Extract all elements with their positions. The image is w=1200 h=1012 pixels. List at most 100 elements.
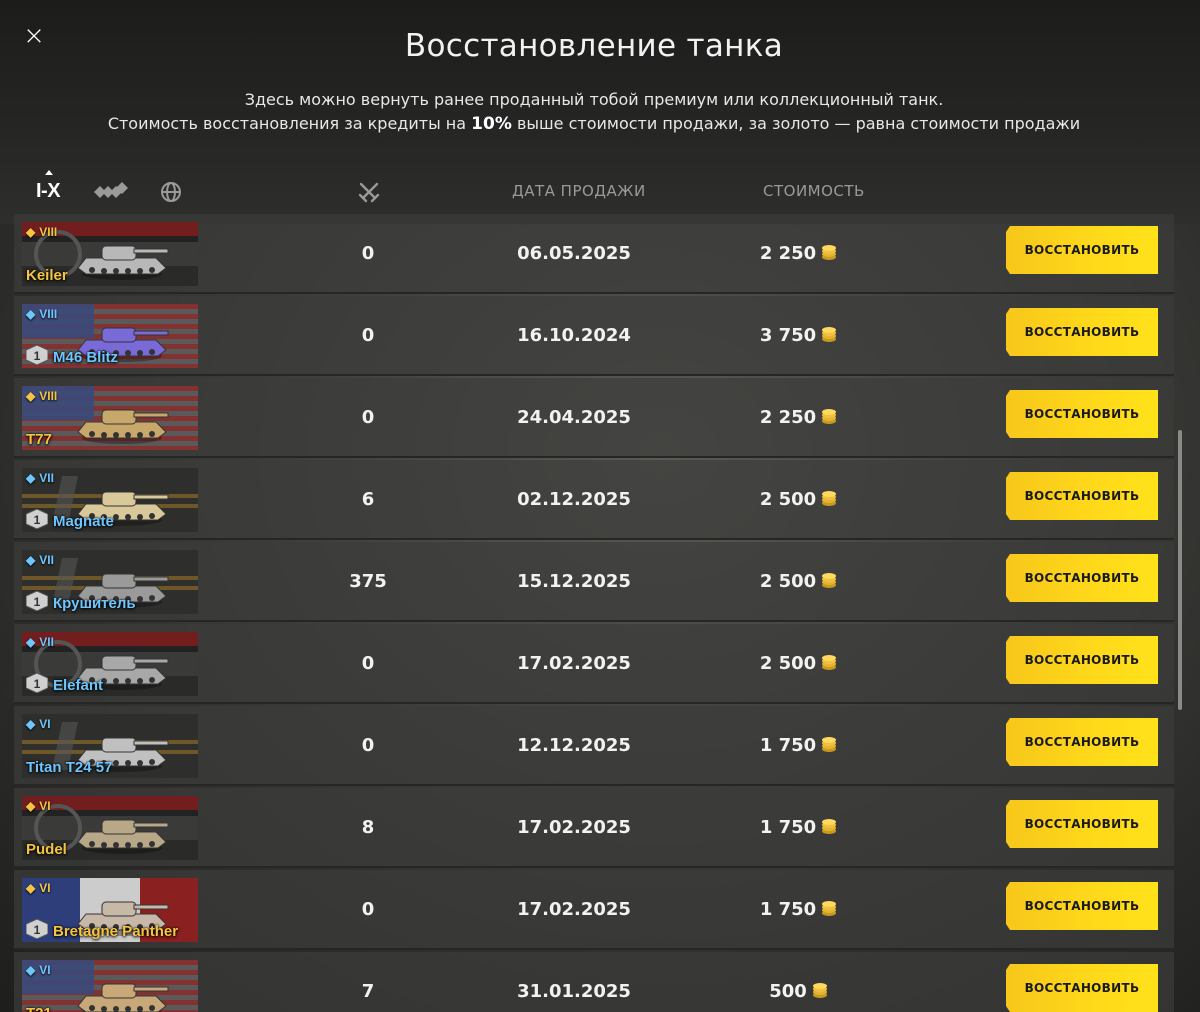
subtitle-line-1: Здесь можно вернуть ранее проданный тобо… bbox=[244, 90, 944, 109]
gold-coin-icon bbox=[822, 901, 837, 916]
vehicle-type-icon[interactable] bbox=[94, 182, 128, 202]
restore-button[interactable]: ВОССТАНОВИТЬ bbox=[1006, 390, 1158, 438]
battles-count: 0 bbox=[361, 653, 375, 674]
restore-cost-value: 1 750 bbox=[759, 817, 817, 838]
page-title: Восстановление танка bbox=[404, 28, 784, 64]
dialog-header: × Восстановление танка Здесь можно верну… bbox=[0, 0, 1200, 224]
restore-button[interactable]: ВОССТАНОВИТЬ bbox=[1006, 226, 1158, 274]
caret-up-icon bbox=[45, 170, 53, 175]
restore-cost: 1 750 bbox=[724, 870, 874, 950]
tank-thumbnail[interactable]: ◆ VIII 1 M46 Blitz bbox=[22, 304, 198, 368]
restore-button[interactable]: ВОССТАНОВИТЬ bbox=[1006, 636, 1158, 684]
tank-name: M46 Blitz bbox=[53, 349, 119, 366]
tank-thumbnail[interactable]: ◆ VI Titan T24 57 bbox=[22, 714, 198, 778]
battles-count: 8 bbox=[361, 817, 375, 838]
restore-button[interactable]: ВОССТАНОВИТЬ bbox=[1006, 800, 1158, 848]
tank-thumbnail[interactable]: ◆ VII 1 Magnate bbox=[22, 468, 198, 532]
gold-coin-icon bbox=[822, 491, 837, 506]
tier-label: ◆ VI bbox=[26, 799, 51, 813]
vehicle-class-icon: ◆ bbox=[26, 553, 36, 567]
sale-date: 24.04.2025 bbox=[517, 407, 631, 428]
tier-filter-label: I-X bbox=[36, 180, 61, 202]
restore-button[interactable]: ВОССТАНОВИТЬ bbox=[1006, 554, 1158, 602]
sale-date: 17.02.2025 bbox=[517, 817, 631, 838]
vehicle-class-icon: ◆ bbox=[26, 635, 36, 649]
mastery-badge-icon: 1 bbox=[26, 591, 48, 611]
tank-thumbnail[interactable]: ◆ VIII Keiler bbox=[22, 222, 198, 286]
tier-filter[interactable]: I-X bbox=[34, 170, 64, 212]
mastery-badge-icon: 1 bbox=[26, 345, 48, 365]
restore-button[interactable]: ВОССТАНОВИТЬ bbox=[1006, 472, 1158, 520]
table-row: ◆ VII 1 Magnate 6 02.12.2025 2 500 ВОССТА… bbox=[14, 460, 1174, 540]
restore-cost: 1 750 bbox=[724, 706, 874, 786]
gold-coin-icon bbox=[822, 573, 837, 588]
globe-icon[interactable] bbox=[160, 181, 182, 203]
restore-button[interactable]: ВОССТАНОВИТЬ bbox=[1006, 718, 1158, 766]
vehicle-class-icon: ◆ bbox=[26, 389, 36, 403]
subtitle-line-2: Стоимость восстановления за кредиты на 1… bbox=[0, 112, 1188, 136]
tier-label: ◆ VII bbox=[26, 553, 54, 567]
battles-count: 0 bbox=[361, 407, 375, 428]
tank-name: Bretagne Panther bbox=[53, 923, 179, 940]
battles-count: 6 bbox=[361, 489, 375, 510]
tank-thumbnail[interactable]: ◆ VI 1 Bretagne Panther bbox=[22, 878, 198, 942]
vehicle-class-icon: ◆ bbox=[26, 881, 36, 895]
restore-cost-value: 2 250 bbox=[759, 243, 817, 264]
tank-thumbnail[interactable]: ◆ VII 1 Elefant bbox=[22, 632, 198, 696]
scrollbar[interactable] bbox=[1178, 430, 1182, 710]
crossed-swords-icon[interactable] bbox=[358, 181, 380, 203]
sale-date: 06.05.2025 bbox=[517, 243, 631, 264]
restore-cost: 1 750 bbox=[724, 788, 874, 868]
restore-cost-value: 1 750 bbox=[759, 899, 817, 920]
tier-text: VII bbox=[39, 553, 54, 567]
gold-coin-icon bbox=[822, 409, 837, 424]
tier-label: ◆ VI bbox=[26, 963, 51, 977]
restore-button[interactable]: ВОССТАНОВИТЬ bbox=[1006, 964, 1158, 1012]
restore-cost: 2 500 bbox=[724, 542, 874, 622]
tier-text: VII bbox=[39, 635, 54, 649]
svg-text:1: 1 bbox=[34, 923, 41, 937]
table-row: ◆ VIII Keiler 0 06.05.2025 2 250 ВОССТАНО… bbox=[14, 214, 1174, 294]
subtitle-percent: 10% bbox=[471, 114, 512, 134]
sale-date: 17.02.2025 bbox=[517, 653, 631, 674]
restore-cost-value: 500 bbox=[769, 981, 807, 1002]
restore-cost-value: 1 750 bbox=[759, 735, 817, 756]
tier-text: VI bbox=[39, 717, 51, 731]
tank-name: T21 bbox=[26, 1005, 52, 1012]
mastery-badge-icon: 1 bbox=[26, 673, 48, 693]
restore-cost: 500 bbox=[724, 952, 874, 1012]
vehicle-class-icon: ◆ bbox=[26, 717, 36, 731]
table-row: ◆ VII 1 Elefant 0 17.02.2025 2 500 ВОССТА… bbox=[14, 624, 1174, 704]
tank-name: Pudel bbox=[26, 841, 67, 858]
vehicle-class-icon: ◆ bbox=[26, 963, 36, 977]
tank-thumbnail[interactable]: ◆VI T21 bbox=[22, 960, 198, 1012]
svg-text:1: 1 bbox=[34, 349, 41, 363]
restore-button[interactable]: ВОССТАНОВИТЬ bbox=[1006, 882, 1158, 930]
table-row: ◆ VII 1 Крушитель 375 15.12.2025 2 500 ВО… bbox=[14, 542, 1174, 622]
tier-label: ◆ VII bbox=[26, 635, 54, 649]
vehicle-class-icon: ◆ bbox=[26, 471, 36, 485]
battles-count: 375 bbox=[349, 571, 387, 592]
restore-button[interactable]: ВОССТАНОВИТЬ bbox=[1006, 308, 1158, 356]
tier-text: VI bbox=[39, 963, 51, 977]
table-row: ◆ VIII T77 0 24.04.2025 2 250 ВОССТАНОВИТ… bbox=[14, 378, 1174, 458]
tier-text: VII bbox=[39, 471, 54, 485]
column-header-date[interactable]: ДАТА ПРОДАЖИ bbox=[512, 182, 646, 200]
tank-thumbnail[interactable]: ◆ VII 1 Крушитель bbox=[22, 550, 198, 614]
tank-thumbnail[interactable]: ◆ VIII T77 bbox=[22, 386, 198, 450]
table-row: ◆ VI Titan T24 57 0 12.12.2025 1 750 ВОСС… bbox=[14, 706, 1174, 786]
tank-name: T77 bbox=[26, 431, 52, 448]
gold-coin-icon bbox=[822, 655, 837, 670]
battles-count: 0 bbox=[361, 899, 375, 920]
tank-thumbnail[interactable]: ◆ VI Pudel bbox=[22, 796, 198, 860]
gold-coin-icon bbox=[822, 819, 837, 834]
tank-name: Крушитель bbox=[53, 595, 136, 612]
table-row: ◆ VI 1 Bretagne Panther 0 17.02.2025 1 75… bbox=[14, 870, 1174, 950]
restore-cost: 2 250 bbox=[724, 214, 874, 294]
tier-label: ◆ VIII bbox=[26, 225, 57, 239]
tank-name: Keiler bbox=[26, 267, 68, 284]
tank-name: Titan T24 57 bbox=[26, 759, 113, 776]
sale-date: 15.12.2025 bbox=[517, 571, 631, 592]
battles-count: 0 bbox=[361, 735, 375, 756]
column-header-cost[interactable]: СТОИМОСТЬ bbox=[763, 182, 865, 200]
